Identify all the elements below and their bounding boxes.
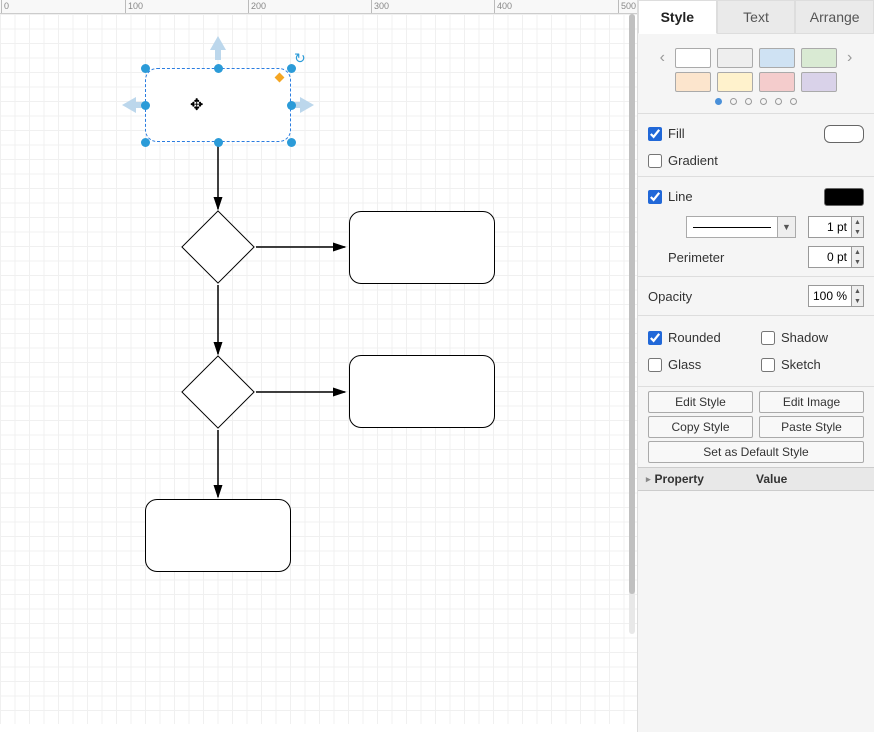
shadow-checkbox[interactable]	[761, 331, 775, 345]
selected-shape[interactable]: ✥	[145, 68, 291, 142]
swatch-page-dots[interactable]	[648, 98, 864, 105]
resize-handle[interactable]	[287, 138, 296, 147]
resize-handle[interactable]	[141, 64, 150, 73]
decision-shape[interactable]	[181, 210, 255, 284]
edit-image-button[interactable]: Edit Image	[759, 391, 864, 413]
swatch-next-icon[interactable]: ›	[843, 49, 856, 67]
glass-label: Glass	[668, 357, 701, 372]
fill-color-well[interactable]	[824, 125, 864, 143]
vertical-scrollbar[interactable]	[629, 14, 635, 634]
fill-checkbox[interactable]	[648, 127, 662, 141]
perimeter-label: Perimeter	[668, 250, 724, 265]
line-color-well[interactable]	[824, 188, 864, 206]
sketch-label: Sketch	[781, 357, 821, 372]
sidebar-tabs: Style Text Arrange	[638, 0, 874, 34]
move-cursor-icon: ✥	[190, 95, 203, 115]
tab-style[interactable]: Style	[638, 0, 717, 34]
ruler-horizontal: 0 100 200 300 400 500	[0, 0, 637, 14]
shadow-label: Shadow	[781, 330, 828, 345]
chevron-down-icon: ▼	[777, 217, 795, 237]
glass-checkbox[interactable]	[648, 358, 662, 372]
process-shape[interactable]	[349, 211, 495, 284]
canvas-area[interactable]: 0 100 200 300 400 500	[0, 0, 638, 732]
line-style-select[interactable]: ▼	[686, 216, 796, 238]
resize-handle[interactable]	[214, 138, 223, 147]
edit-style-button[interactable]: Edit Style	[648, 391, 753, 413]
style-swatch[interactable]	[759, 48, 795, 68]
sketch-checkbox[interactable]	[761, 358, 775, 372]
line-width-stepper[interactable]: ▲▼	[852, 216, 864, 238]
scrollbar-thumb[interactable]	[629, 14, 635, 594]
style-swatch[interactable]	[675, 48, 711, 68]
line-checkbox[interactable]	[648, 190, 662, 204]
rounded-label: Rounded	[668, 330, 721, 345]
style-swatch[interactable]	[801, 72, 837, 92]
rounded-checkbox[interactable]	[648, 331, 662, 345]
line-label: Line	[668, 189, 693, 204]
tab-text[interactable]: Text	[717, 0, 796, 34]
opacity-label: Opacity	[648, 289, 692, 304]
paste-style-button[interactable]: Paste Style	[759, 416, 864, 438]
style-swatch[interactable]	[801, 48, 837, 68]
canvas[interactable]: ✥ ↻	[0, 14, 637, 724]
fill-label: Fill	[668, 126, 685, 141]
format-sidebar: Style Text Arrange ‹ ›	[638, 0, 874, 732]
resize-handle[interactable]	[141, 101, 150, 110]
set-default-style-button[interactable]: Set as Default Style	[648, 441, 864, 463]
opacity-input[interactable]	[808, 285, 852, 307]
decision-shape[interactable]	[181, 355, 255, 429]
perimeter-input[interactable]	[808, 246, 852, 268]
style-swatch[interactable]	[717, 72, 753, 92]
gradient-label: Gradient	[668, 153, 718, 168]
style-swatch[interactable]	[675, 72, 711, 92]
process-shape[interactable]	[145, 499, 291, 572]
process-shape[interactable]	[349, 355, 495, 428]
copy-style-button[interactable]: Copy Style	[648, 416, 753, 438]
swatch-prev-icon[interactable]: ‹	[656, 49, 669, 67]
disclosure-triangle-icon[interactable]: ▸	[646, 474, 651, 485]
property-table-header: ▸Property Value	[638, 467, 874, 491]
tab-arrange[interactable]: Arrange	[795, 0, 874, 34]
resize-handle[interactable]	[214, 64, 223, 73]
gradient-checkbox[interactable]	[648, 154, 662, 168]
resize-handle[interactable]	[287, 101, 296, 110]
style-swatch[interactable]	[759, 72, 795, 92]
rotate-handle-icon[interactable]: ↻	[294, 50, 306, 67]
opacity-stepper[interactable]: ▲▼	[852, 285, 864, 307]
resize-handle[interactable]	[141, 138, 150, 147]
style-swatch[interactable]	[717, 48, 753, 68]
line-width-input[interactable]	[808, 216, 852, 238]
perimeter-stepper[interactable]: ▲▼	[852, 246, 864, 268]
